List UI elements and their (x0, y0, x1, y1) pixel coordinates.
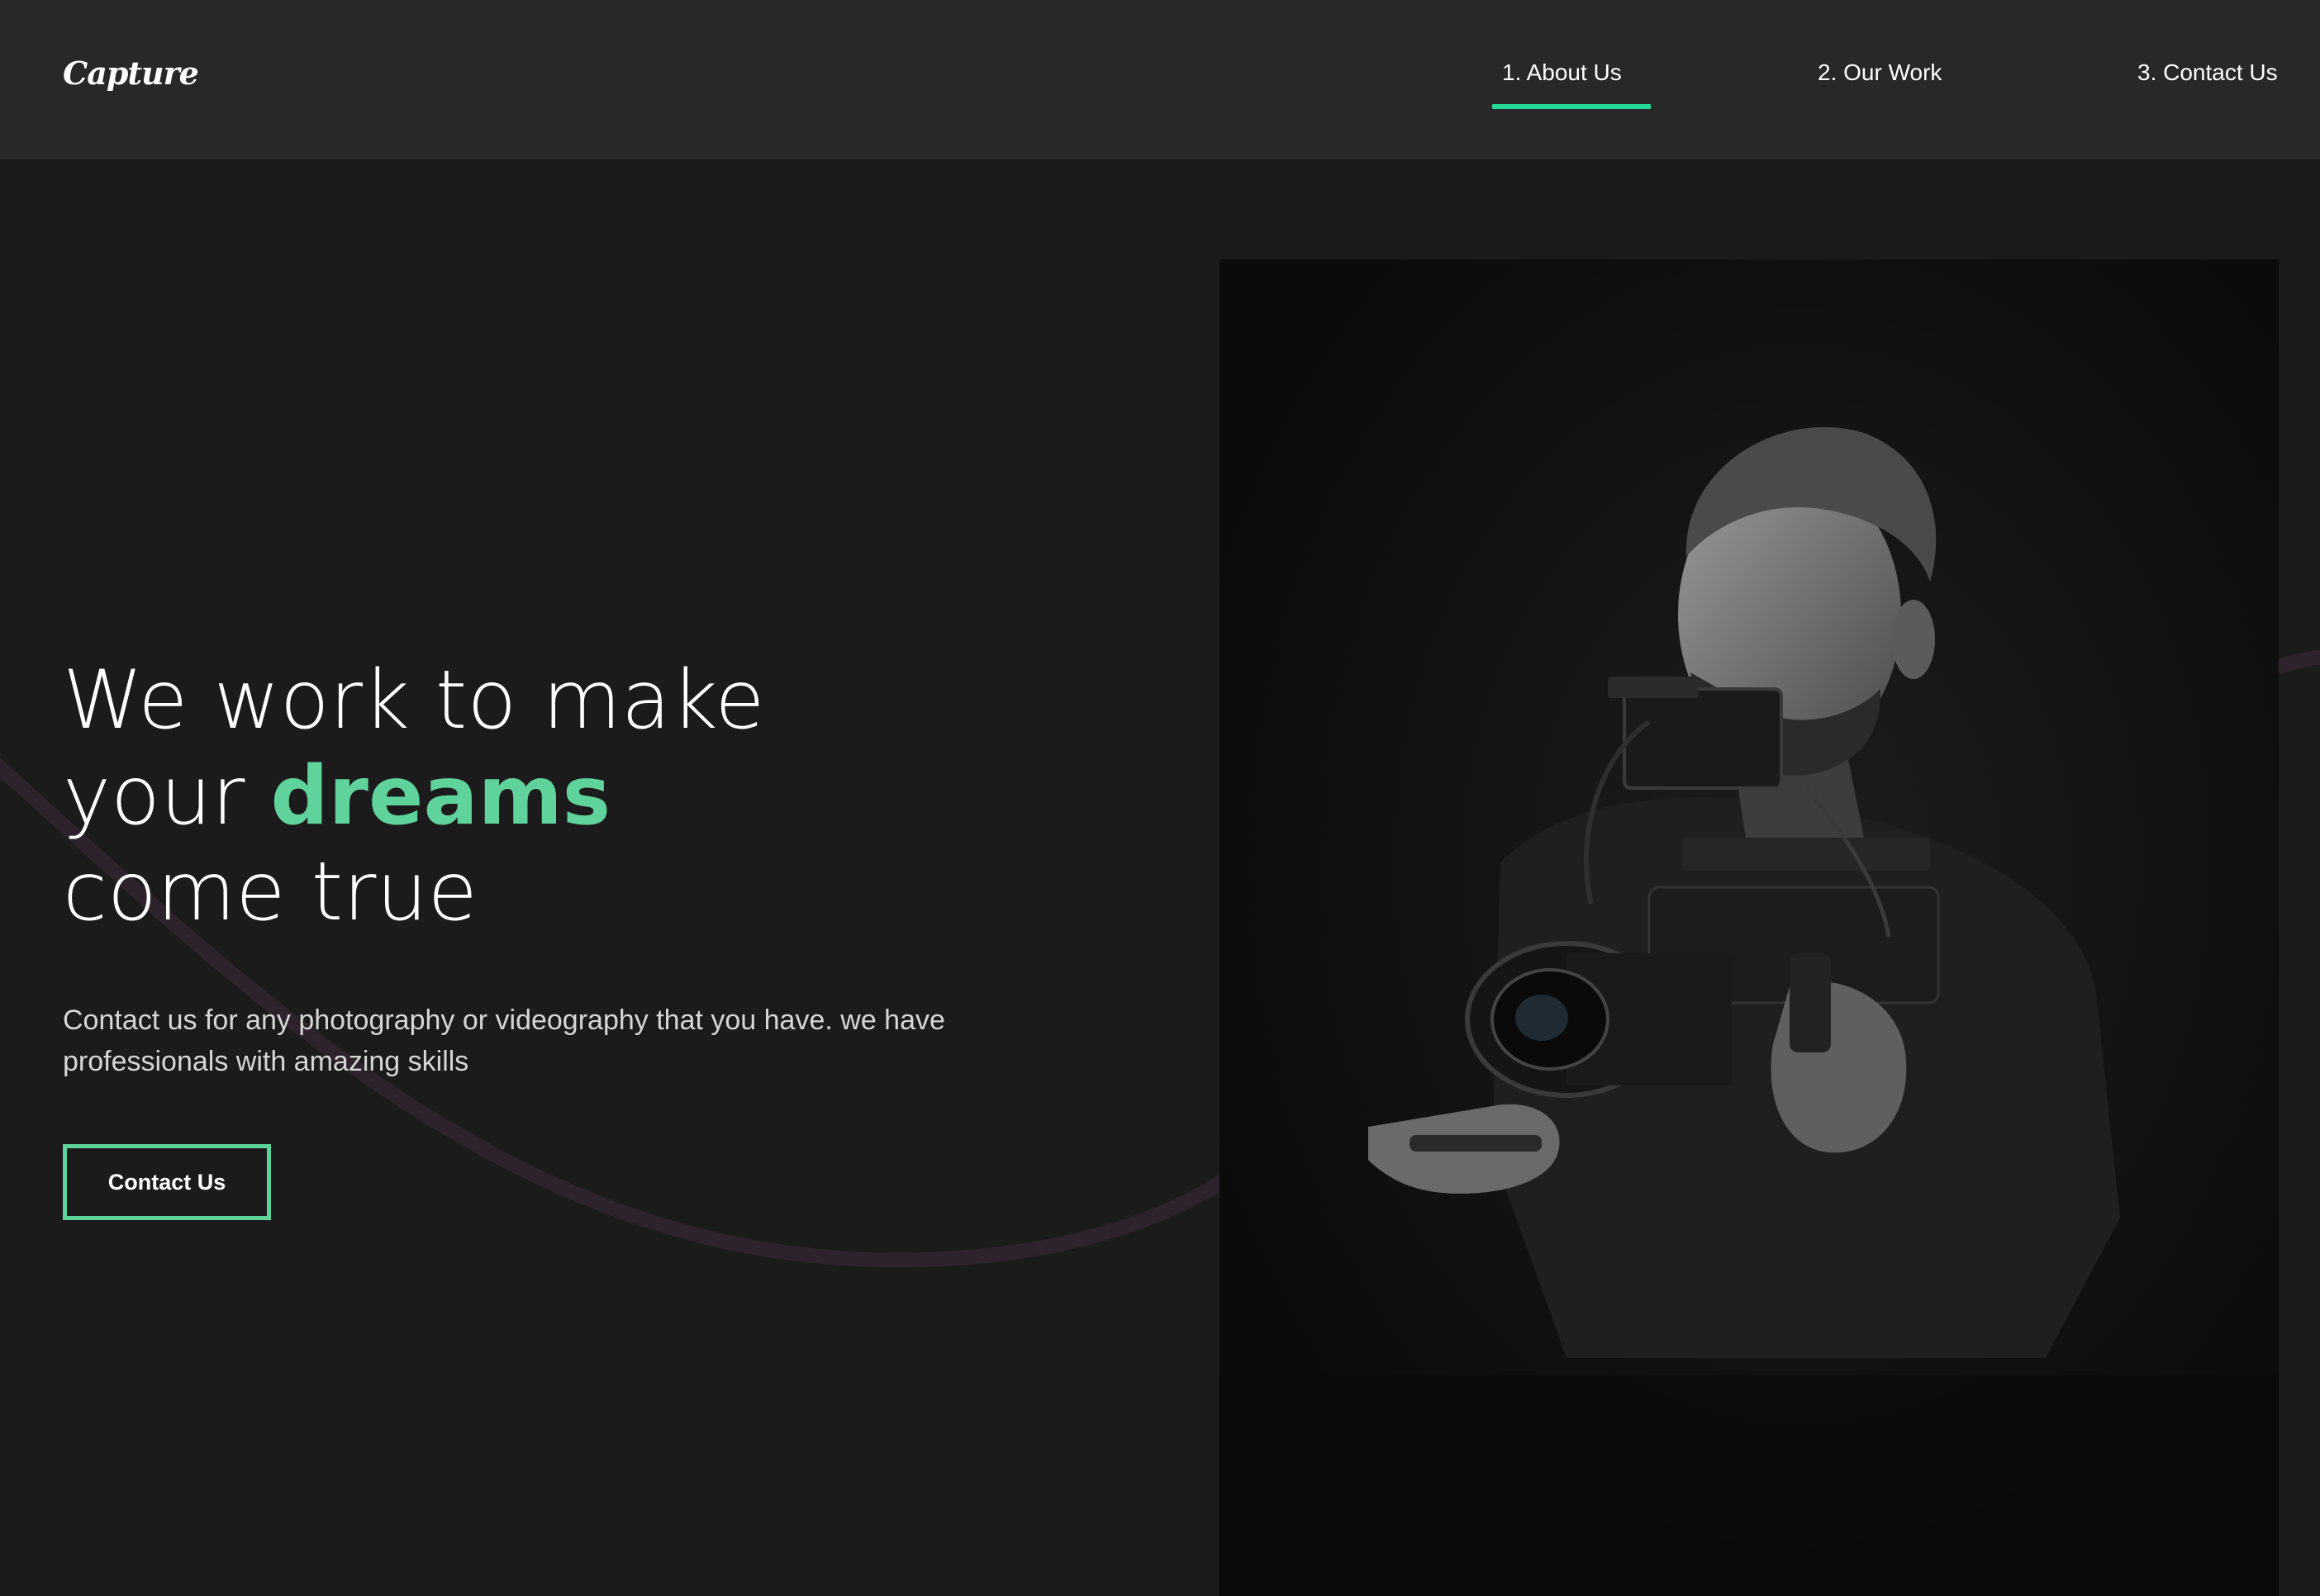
logo[interactable]: Capture (63, 55, 199, 92)
hero-headline: We work to make your dreams come true (63, 653, 765, 940)
headline-line-1: We work to make (63, 653, 765, 748)
site-header: Capture 1. About Us 2. Our Work 3. Conta… (0, 0, 2320, 159)
active-nav-underline (1492, 104, 1651, 109)
headline-accent-word: dreams (270, 749, 611, 843)
headline-line-2-prefix: your (63, 749, 245, 843)
headline-line-2: your dreams (63, 748, 765, 844)
videographer-photo (1219, 259, 2279, 1596)
nav-link-our-work[interactable]: 2. Our Work (1818, 59, 1942, 86)
hero-description: Contact us for any photography or videog… (63, 1005, 945, 1077)
headline-line-3: come true (63, 845, 478, 939)
nav-link-contact-us[interactable]: 3. Contact Us (2137, 59, 2278, 86)
videographer-illustration (1219, 259, 2279, 1596)
contact-us-button[interactable]: Contact Us (63, 1144, 271, 1220)
hero-text: We work to make your dreams come true (63, 653, 765, 940)
nav-link-about-us[interactable]: 1. About Us (1502, 59, 1622, 86)
